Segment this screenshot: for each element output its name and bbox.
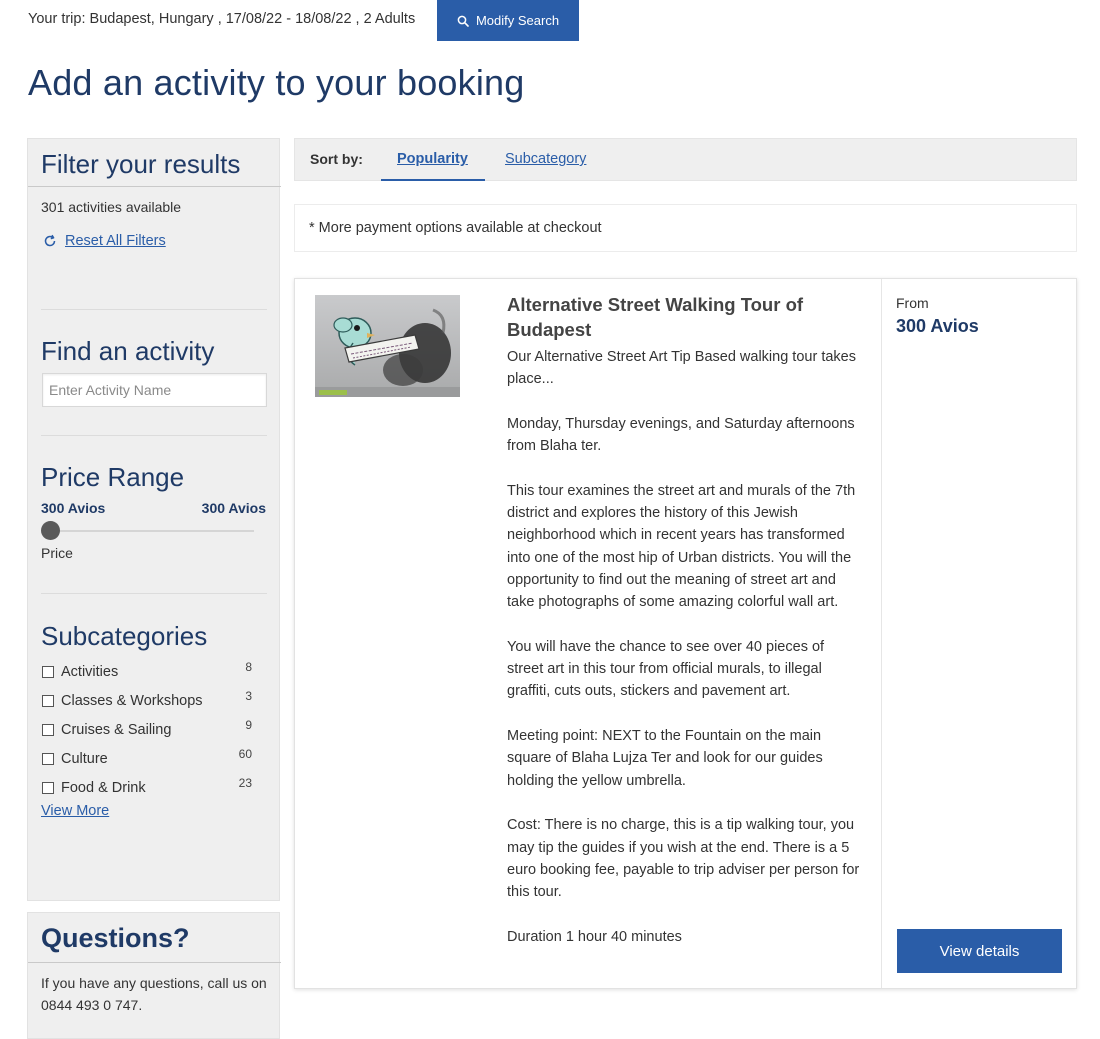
filter-sidebar: Filter your results 301 activities avail… [27,138,281,901]
view-more-link[interactable]: View More [41,803,109,819]
subcategory-count: 8 [245,660,252,674]
modify-search-button[interactable]: Modify Search [437,0,579,41]
from-label: From [896,295,929,311]
subcategories-title: Subcategories [41,621,208,651]
price-slider-handle[interactable] [41,521,60,540]
page-title: Add an activity to your booking [28,62,525,103]
subcategory-label: Culture [61,750,108,767]
subcategory-checkbox[interactable] [42,752,54,765]
activity-title[interactable]: Alternative Street Walking Tour of Budap… [507,292,852,342]
activity-price: 300 Avios [896,316,979,336]
subcategory-item[interactable]: Cruises & Sailing 9 [42,715,258,744]
price-slider-label: Price [41,545,73,561]
find-activity-title: Find an activity [41,336,215,366]
activity-count: 301 activities available [41,199,182,215]
questions-text: If you have any questions, call us on 08… [41,975,267,1013]
subcategory-count: 3 [245,689,252,703]
subcategory-label: Classes & Workshops [61,692,203,709]
price-min: 300 Avios [41,500,106,516]
subcategory-checkbox[interactable] [42,694,54,707]
subcategory-checkbox[interactable] [42,781,54,794]
questions-divider [28,962,281,963]
divider [41,435,267,436]
divider [41,309,267,310]
subcategory-label: Food & Drink [61,779,146,796]
description-paragraph: Our Alternative Street Art Tip Based wal… [507,349,856,388]
trip-summary-bar: Your trip: Budapest, Hungary , 17/08/22 … [28,0,415,41]
subcategory-label: Cruises & Sailing [61,721,172,738]
price-slider-track[interactable] [50,530,254,532]
subcategory-label: Activities [61,663,119,680]
payment-note: * More payment options available at chec… [294,204,1077,252]
activity-name-input[interactable] [42,373,267,407]
description-paragraph: Monday, Thursday evenings, and Saturday … [507,415,855,455]
reset-filters-link[interactable]: Reset All Filters [43,233,166,249]
sort-tab-popularity[interactable]: Popularity [397,151,468,167]
description-paragraph: This tour examines the street art and mu… [507,482,856,611]
street-art-image [315,295,460,397]
sort-label: Sort by: [310,151,363,167]
questions-panel: Questions? If you have any questions, ca… [27,912,281,1039]
questions-title: Questions? [41,923,190,953]
active-tab-indicator [381,179,485,181]
activity-description: Our Alternative Street Art Tip Based wal… [507,346,862,948]
filter-title-divider [28,186,281,187]
subcategory-list: Activities 8 Classes & Workshops 3 Cruis… [42,657,258,802]
reset-filters-label: Reset All Filters [65,233,166,249]
price-range-title: Price Range [41,462,185,492]
description-paragraph: You will have the chance to see over 40 … [507,638,825,700]
price-max: 300 Avios [201,500,266,516]
description-paragraph: Cost: There is no charge, this is a tip … [507,817,860,901]
description-paragraph: Duration 1 hour 40 minutes [507,928,682,945]
subcategory-checkbox[interactable] [42,665,54,678]
activity-result-card: Alternative Street Walking Tour of Budap… [294,278,1077,989]
activity-thumbnail[interactable] [315,295,460,397]
sort-tab-subcategory[interactable]: Subcategory [505,151,586,167]
trip-summary: Your trip: Budapest, Hungary , 17/08/22 … [28,11,416,27]
subcategory-item[interactable]: Food & Drink 23 [42,773,258,802]
subcategory-item[interactable]: Activities 8 [42,657,258,686]
subcategory-count: 60 [238,747,252,761]
subcategory-item[interactable]: Culture 60 [42,744,258,773]
view-details-button[interactable]: View details [897,929,1062,973]
modify-search-label: Modify Search [475,13,560,28]
description-paragraph: Meeting point: NEXT to the Fountain on t… [507,728,823,789]
search-icon [457,15,469,27]
sort-bar: Sort by: Popularity Subcategory [294,138,1077,181]
subcategory-count: 23 [238,776,252,790]
subcategory-checkbox[interactable] [42,723,54,736]
subcategory-count: 9 [245,718,252,732]
refresh-icon [44,234,56,247]
filter-title: Filter your results [41,149,241,179]
subcategory-item[interactable]: Classes & Workshops 3 [42,686,258,715]
divider [41,593,267,594]
card-divider [881,279,882,988]
